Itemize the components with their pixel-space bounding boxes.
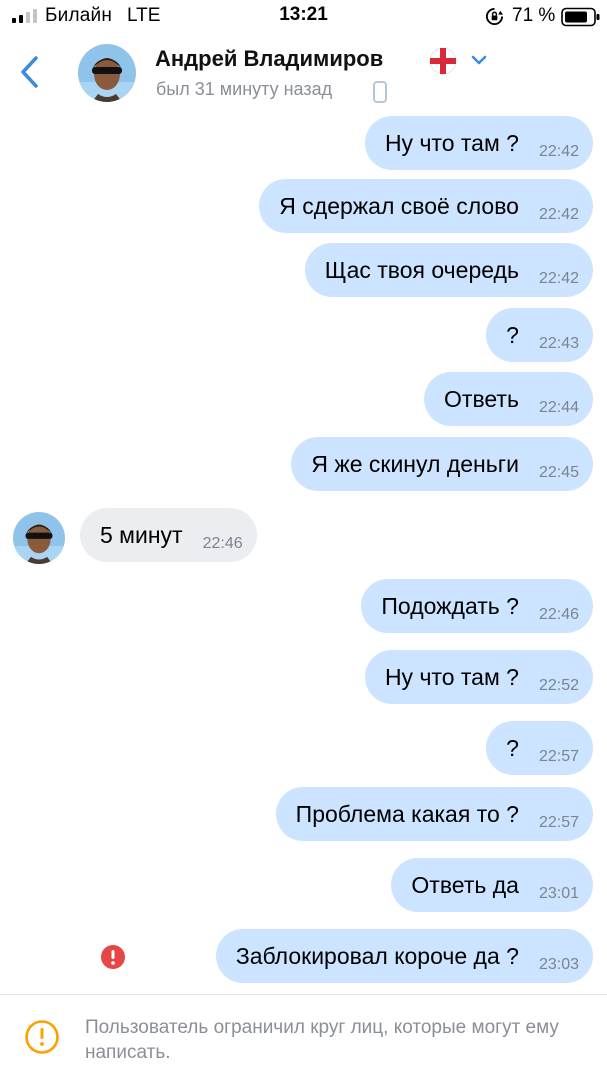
message-list[interactable]: Ну что там ? 22:42 Я сдержал своё слово … <box>0 110 607 994</box>
battery-icon <box>561 7 600 27</box>
chat-header: Андрей Владимиров был 31 минуту назад <box>0 34 607 110</box>
message-bubble[interactable]: Ответь 22:44 <box>424 372 593 426</box>
sender-avatar[interactable] <box>13 512 65 564</box>
send-error-icon[interactable] <box>100 944 126 970</box>
message-bubble[interactable]: ? 22:43 <box>486 308 593 362</box>
message-bubble[interactable]: Ну что там ? 22:52 <box>364 650 593 704</box>
message-text: ? <box>506 734 519 761</box>
message-bubble[interactable]: Проблема какая то ? 22:57 <box>275 787 593 841</box>
message-time: 22:44 <box>538 399 579 416</box>
message-bubble[interactable]: Щас твоя очередь 22:42 <box>304 243 593 297</box>
message-bubble[interactable]: Ну что там ? 22:42 <box>364 116 593 170</box>
message-time: 22:46 <box>538 606 579 623</box>
message-bubble[interactable]: Я сдержал своё слово 22:42 <box>259 179 593 233</box>
restriction-notice-text: Пользователь ограничил круг лиц, которые… <box>85 1017 559 1063</box>
message-time: 23:03 <box>538 956 579 973</box>
message-time: 22:52 <box>538 677 579 694</box>
message-text: Проблема какая то ? <box>295 800 519 827</box>
message-bubble-incoming[interactable]: 5 минут 22:46 <box>80 508 257 562</box>
message-time: 22:46 <box>202 535 243 552</box>
contact-avatar[interactable] <box>78 44 136 102</box>
message-text: Щас твоя очередь <box>324 256 519 283</box>
message-time: 22:57 <box>538 748 579 765</box>
chevron-down-icon[interactable] <box>470 53 488 67</box>
message-text: ? <box>506 321 519 348</box>
message-time: 22:45 <box>538 464 579 481</box>
england-flag-icon <box>429 47 457 75</box>
mobile-phone-icon <box>373 81 387 103</box>
contact-name[interactable]: Андрей Владимиров <box>155 46 383 72</box>
message-text: Ну что там ? <box>384 663 519 690</box>
last-seen-status: был 31 минуту назад <box>156 79 333 99</box>
message-text: Я же скинул деньги <box>311 450 519 477</box>
message-bubble[interactable]: Подождать ? 22:46 <box>361 579 593 633</box>
message-time: 22:42 <box>538 206 579 223</box>
message-text: Ответь <box>444 385 519 412</box>
message-time: 22:42 <box>538 143 579 160</box>
message-text: Ответь да <box>411 871 519 898</box>
rotation-lock-icon <box>485 7 504 26</box>
message-bubble-failed[interactable]: Заблокировал короче да ? 23:03 <box>215 929 593 983</box>
message-text: Ну что там ? <box>384 129 519 156</box>
battery-percent: 71 % <box>512 5 556 26</box>
message-text: Заблокировал короче да ? <box>235 942 519 969</box>
message-time: 22:42 <box>538 270 579 287</box>
warning-icon <box>25 1020 59 1054</box>
message-text: Я сдержал своё слово <box>279 192 519 219</box>
status-bar: Билайн LTE 13:21 71 % <box>0 0 607 34</box>
message-text: 5 минут <box>100 521 183 548</box>
message-time: 23:01 <box>538 885 579 902</box>
back-arrow-icon[interactable] <box>12 52 48 92</box>
message-time: 22:57 <box>538 814 579 831</box>
message-bubble[interactable]: Ответь да 23:01 <box>391 858 593 912</box>
message-text: Подождать ? <box>381 592 519 619</box>
restriction-notice: Пользователь ограничил круг лиц, которые… <box>0 994 607 1081</box>
message-bubble[interactable]: ? 22:57 <box>486 721 593 775</box>
message-time: 22:43 <box>538 335 579 352</box>
message-bubble[interactable]: Я же скинул деньги 22:45 <box>291 437 593 491</box>
